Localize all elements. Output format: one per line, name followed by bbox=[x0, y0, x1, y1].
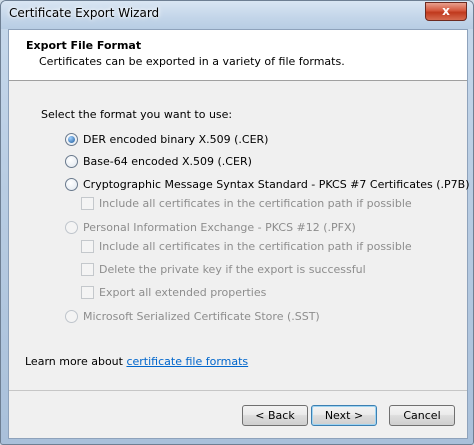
back-button[interactable]: < Back bbox=[242, 405, 308, 426]
learn-more-prefix: Learn more about bbox=[25, 355, 127, 368]
page-title: Export File Format bbox=[26, 39, 142, 52]
next-button[interactable]: Next > bbox=[311, 405, 377, 426]
footer-divider bbox=[9, 390, 467, 391]
close-button[interactable]: x bbox=[425, 2, 467, 21]
radio-sst bbox=[65, 310, 78, 323]
radio-pkcs7[interactable] bbox=[65, 178, 78, 191]
page-description: Certificates can be exported in a variet… bbox=[39, 55, 345, 68]
option-sst: Microsoft Serialized Certificate Store (… bbox=[65, 310, 320, 323]
option-pfx-export-props-label: Export all extended properties bbox=[99, 286, 267, 299]
option-pfx-delete-label: Delete the private key if the export is … bbox=[99, 263, 366, 276]
wizard-window: Certificate Export Wizard x Export File … bbox=[0, 0, 474, 445]
window-title: Certificate Export Wizard bbox=[9, 6, 160, 20]
option-pfx-label: Personal Information Exchange - PKCS #12… bbox=[83, 221, 356, 234]
option-base64[interactable]: Base-64 encoded X.509 (.CER) bbox=[65, 155, 252, 168]
radio-base64[interactable] bbox=[65, 155, 78, 168]
option-pkcs7-include-label: Include all certificates in the certific… bbox=[99, 197, 412, 210]
radio-der[interactable] bbox=[65, 133, 78, 146]
option-pkcs7-include: Include all certificates in the certific… bbox=[81, 197, 412, 210]
learn-more: Learn more about certificate file format… bbox=[25, 355, 248, 368]
option-der[interactable]: DER encoded binary X.509 (.CER) bbox=[65, 133, 268, 146]
option-pfx: Personal Information Exchange - PKCS #12… bbox=[65, 221, 356, 234]
format-prompt: Select the format you want to use: bbox=[41, 108, 233, 121]
radio-pfx bbox=[65, 221, 78, 234]
option-pfx-delete: Delete the private key if the export is … bbox=[81, 263, 366, 276]
option-sst-label: Microsoft Serialized Certificate Store (… bbox=[83, 310, 320, 323]
checkbox-pfx-export-props bbox=[81, 286, 94, 299]
checkbox-pfx-include bbox=[81, 240, 94, 253]
option-pkcs7-label: Cryptographic Message Syntax Standard - … bbox=[83, 178, 470, 191]
checkbox-pfx-delete bbox=[81, 263, 94, 276]
option-pfx-include: Include all certificates in the certific… bbox=[81, 240, 412, 253]
option-base64-label: Base-64 encoded X.509 (.CER) bbox=[83, 155, 252, 168]
title-bar[interactable]: Certificate Export Wizard x bbox=[1, 1, 473, 29]
option-pkcs7[interactable]: Cryptographic Message Syntax Standard - … bbox=[65, 178, 470, 191]
checkbox-pkcs7-include bbox=[81, 197, 94, 210]
cancel-button[interactable]: Cancel bbox=[389, 405, 455, 426]
wizard-client-area: Export File Format Certificates can be e… bbox=[8, 29, 470, 439]
option-der-label: DER encoded binary X.509 (.CER) bbox=[83, 133, 269, 146]
option-pfx-export-props: Export all extended properties bbox=[81, 286, 266, 299]
wizard-header: Export File Format Certificates can be e… bbox=[9, 30, 467, 81]
option-pfx-include-label: Include all certificates in the certific… bbox=[99, 240, 412, 253]
close-icon: x bbox=[442, 4, 450, 18]
certificate-formats-link[interactable]: certificate file formats bbox=[126, 355, 248, 368]
